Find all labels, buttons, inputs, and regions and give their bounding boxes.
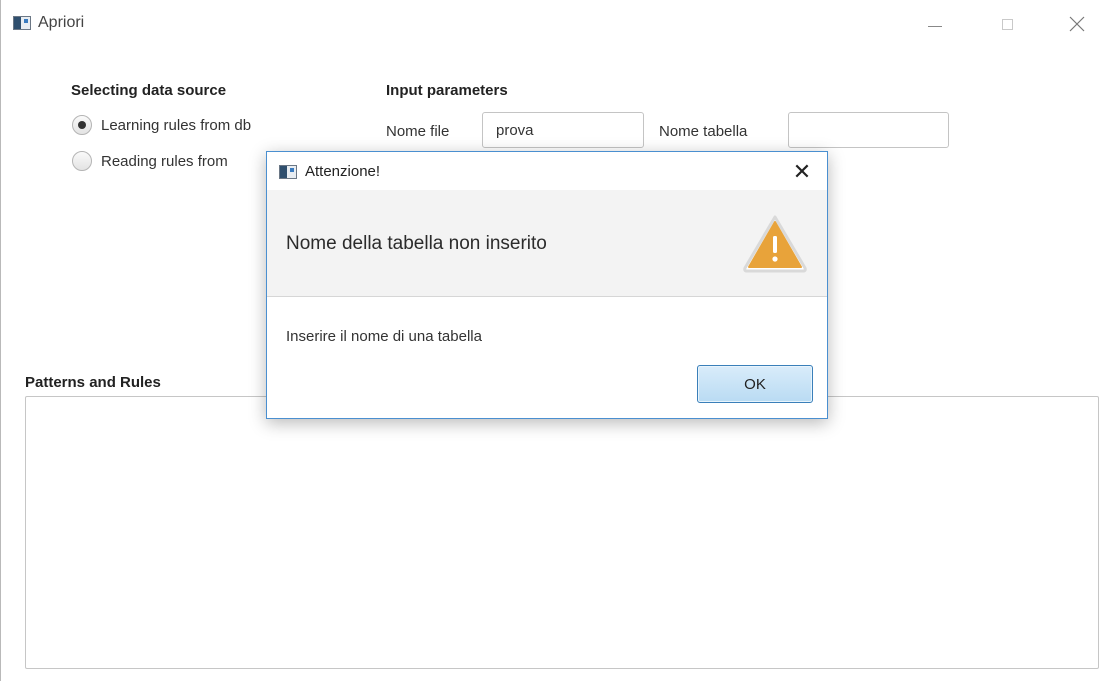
dialog-content-text: Inserire il nome di una tabella [286, 328, 482, 345]
minimize-icon [928, 25, 942, 27]
title-bar: Apriori [1, 0, 1104, 48]
dialog-app-icon [279, 165, 297, 179]
table-name-label: Nome tabella [659, 123, 748, 140]
table-name-input[interactable] [788, 112, 949, 148]
radio-learning-from-db[interactable]: Learning rules from db [72, 115, 251, 135]
alert-dialog: Attenzione! ✕ Nome della tabella non ins… [266, 151, 828, 419]
minimize-button[interactable] [915, 8, 955, 40]
ok-button[interactable]: OK [697, 365, 813, 403]
maximize-icon [1001, 18, 1013, 30]
window-title: Apriori [38, 14, 85, 31]
close-icon: ✕ [792, 159, 812, 184]
radio-label: Learning rules from db [101, 116, 252, 134]
dialog-close-button[interactable]: ✕ [787, 158, 817, 186]
warning-icon [743, 215, 807, 273]
dialog-header: Nome della tabella non inserito [267, 190, 827, 297]
patterns-and-rules-textarea[interactable] [25, 396, 1099, 669]
dialog-header-text: Nome della tabella non inserito [286, 233, 547, 254]
input-parameters-heading: Input parameters [386, 82, 508, 99]
radio-reading-rules[interactable]: Reading rules from [72, 151, 228, 171]
radio-button[interactable] [72, 151, 92, 171]
maximize-button[interactable] [987, 8, 1027, 40]
apriori-window: Apriori Selecting data source Learning r… [0, 0, 1104, 681]
dialog-title: Attenzione! [305, 163, 381, 180]
file-name-input[interactable] [482, 112, 644, 148]
file-name-label: Nome file [386, 123, 450, 140]
close-icon [1069, 16, 1085, 32]
close-button[interactable] [1057, 8, 1097, 40]
app-icon [13, 16, 31, 30]
data-source-heading: Selecting data source [71, 82, 227, 99]
patterns-and-rules-heading: Patterns and Rules [25, 374, 161, 391]
radio-label: Reading rules from [101, 152, 228, 170]
radio-button-checked[interactable] [72, 115, 92, 135]
dialog-title-bar: Attenzione! ✕ [267, 152, 827, 190]
